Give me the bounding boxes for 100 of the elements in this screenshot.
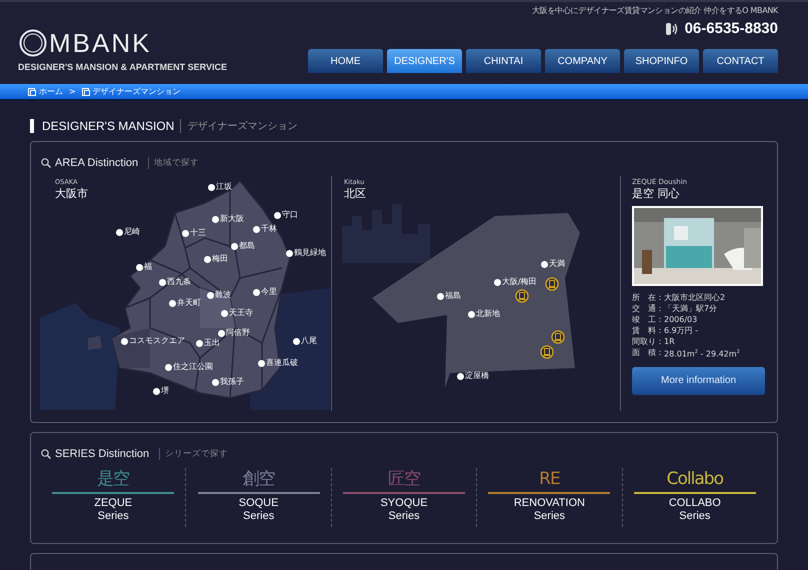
area-name: 北区 xyxy=(344,186,366,201)
nav-tab[interactable]: CONTACT xyxy=(703,49,778,73)
series-link[interactable]: 是空 ZEQUE Series xyxy=(41,468,186,527)
series-link[interactable]: 創空 SOQUE Series xyxy=(185,468,331,527)
area-name: 大阪市 xyxy=(55,186,88,201)
detail-label: 交 通 xyxy=(632,303,656,314)
dot-icon xyxy=(274,212,281,218)
map-location-link[interactable]: 玉出 xyxy=(196,338,220,348)
series-name: COLLABO xyxy=(668,497,721,510)
series-label: Series xyxy=(98,510,129,523)
series-label: Series xyxy=(388,510,420,523)
map-location-link[interactable]: 都島 xyxy=(231,241,255,251)
map-location-link[interactable]: 淀屋橋 xyxy=(457,371,489,381)
map-location-link[interactable]: 弁天町 xyxy=(169,298,201,308)
map-location-link[interactable]: 尼崎 xyxy=(116,227,140,237)
map-location-link[interactable]: 大阪/梅田 xyxy=(494,277,537,287)
map-location-link[interactable]: 鶴見緑地 xyxy=(286,248,326,258)
section-subtitle: 地域で探す xyxy=(148,157,200,169)
dot-icon xyxy=(136,264,143,270)
series-label: Series xyxy=(679,510,710,523)
nav-tab[interactable]: HOME xyxy=(308,49,383,73)
more-information-button[interactable]: More information xyxy=(632,366,765,395)
detail-value: 「天満」駅7分 xyxy=(664,303,718,314)
breadcrumb-link[interactable]: デザイナーズマンション xyxy=(92,86,181,97)
tagline: 大阪を中心にデザイナーズ賃貸マンションの紹介 仲介をするO MBANK xyxy=(532,5,778,16)
logo-text: MBANK xyxy=(49,28,152,58)
dot-icon xyxy=(116,228,123,236)
series-link[interactable]: 匠空 SYOQUE Series xyxy=(330,468,476,527)
section-subtitle: シリーズで探す xyxy=(159,448,228,460)
series-link[interactable]: Collabo COLLABO Series xyxy=(622,468,768,527)
heading-bar xyxy=(30,119,34,133)
map-location-link[interactable]: 梅田 xyxy=(204,254,228,264)
page-icon xyxy=(82,88,90,96)
building-marker-icon[interactable] xyxy=(540,345,554,359)
breadcrumb-separator: > xyxy=(69,87,76,96)
map-location-link[interactable]: 江坂 xyxy=(208,182,232,192)
series-label: Series xyxy=(534,510,566,523)
map-location-link[interactable]: 西九条 xyxy=(159,277,191,287)
breadcrumb-link[interactable]: ホーム xyxy=(39,86,63,97)
page-subtitle: デザイナーズマンション xyxy=(180,119,298,133)
map-location-link[interactable]: 福島 xyxy=(437,291,461,301)
building-marker-icon[interactable] xyxy=(551,330,565,344)
search-icon xyxy=(41,449,51,459)
map-location-link[interactable]: コスモスクエア xyxy=(121,336,185,346)
detail-label: 面 積 xyxy=(632,347,656,359)
map-location-link[interactable]: 阿倍野 xyxy=(218,328,250,338)
detail-value: 6.9万円 - xyxy=(664,325,698,336)
building-marker-icon[interactable] xyxy=(515,289,529,303)
building-marker-icon[interactable] xyxy=(545,277,559,291)
detail-label: 所 在 xyxy=(632,292,656,303)
map-location-link[interactable]: 今里 xyxy=(253,287,277,297)
map-location-link[interactable]: 守口 xyxy=(274,210,298,220)
series-logo: RE xyxy=(539,468,560,490)
series-logo: 是空 xyxy=(97,468,130,490)
page-icon xyxy=(28,88,36,96)
detail-value: 2006/03 xyxy=(664,314,698,325)
detail-value: 1R xyxy=(664,336,675,347)
nav-tab[interactable]: SHOPINFO xyxy=(624,49,699,73)
map-location-link[interactable]: 喜連瓜破 xyxy=(258,358,298,368)
section-title: SERIES Distinction xyxy=(55,448,150,460)
detail-colon: : xyxy=(658,336,662,347)
series-logo: Collabo xyxy=(666,468,723,490)
map-location-link[interactable]: 堺 xyxy=(153,386,169,396)
map-location-link[interactable]: 住之江公園 xyxy=(165,362,213,372)
page-title: DESIGNER'S MANSION xyxy=(42,119,174,133)
detail-value: 大阪市北区同心2 xyxy=(664,292,726,303)
detail-colon: : xyxy=(658,314,662,325)
search-icon xyxy=(41,158,51,168)
detail-colon: : xyxy=(658,303,662,314)
series-logo: 匠空 xyxy=(388,468,420,490)
map-location-link[interactable]: 北新地 xyxy=(468,309,500,319)
map-location-link[interactable]: 天王寺 xyxy=(221,308,253,318)
map-location-link[interactable]: 十三 xyxy=(182,228,206,238)
phone-icon xyxy=(664,20,679,36)
map-location-link[interactable]: 福 xyxy=(136,262,152,272)
map-location-link[interactable]: 天満 xyxy=(541,259,565,269)
detail-colon: : xyxy=(658,325,662,336)
map-location-link[interactable]: 八尾 xyxy=(293,336,317,346)
series-label: Series xyxy=(243,510,274,523)
nav-tab[interactable]: CHINTAI xyxy=(466,49,541,73)
map-location-link[interactable]: 我孫子 xyxy=(212,377,244,387)
dot-icon xyxy=(286,250,293,256)
nav-tab[interactable]: COMPANY xyxy=(545,49,620,73)
detail-colon: : xyxy=(658,292,662,303)
detail-colon: : xyxy=(658,347,662,359)
series-logo: 創空 xyxy=(242,468,275,490)
dot-icon xyxy=(457,372,464,380)
map-location-link[interactable]: 千林 xyxy=(253,224,277,234)
logo-ring-icon xyxy=(18,28,48,58)
property-name: 是空 同心 xyxy=(632,186,680,201)
series-name: ZEQUE xyxy=(94,497,132,510)
detail-value: 28.01m$^{2}$ - 29.42m$^{2}$ xyxy=(664,348,740,360)
section-title: AREA Distinction xyxy=(55,157,138,169)
map-location-link[interactable]: 難波 xyxy=(207,290,231,300)
map-location-link[interactable]: 新大阪 xyxy=(212,214,244,224)
series-name: SOQUE xyxy=(238,497,278,510)
series-link[interactable]: RE RENOVATION Series xyxy=(476,468,622,527)
logo-subtitle: DESIGNER'S MANSION & APARTMENT SERVICE xyxy=(18,62,227,72)
detail-label: 間取り xyxy=(632,336,656,347)
series-name: SYOQUE xyxy=(380,497,428,510)
